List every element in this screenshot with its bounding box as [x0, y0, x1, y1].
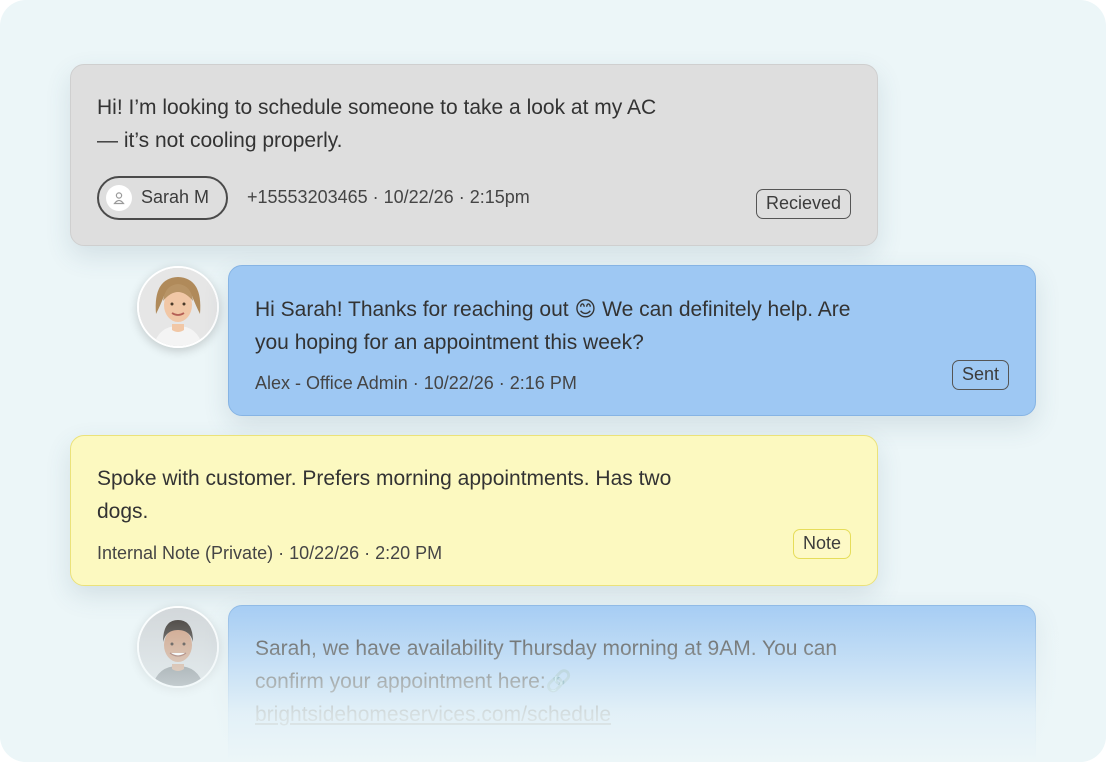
- message-meta: +15553203465 · 10/22/26 · 2:15pm: [247, 187, 530, 207]
- sent-message-card: Hi Sarah! Thanks for reaching out 😊 We c…: [228, 265, 1036, 416]
- user-icon: [106, 185, 132, 211]
- message-text: Hi! I’m looking to schedule someone to t…: [97, 91, 837, 157]
- note-badge: Note: [792, 529, 851, 559]
- contact-chip[interactable]: Sarah M: [97, 176, 228, 220]
- message-line: Sarah, we have availability Thursday mor…: [255, 637, 838, 660]
- message-line: dogs.: [97, 500, 149, 523]
- sent-message-card: Sarah, we have availability Thursday mor…: [228, 605, 1036, 762]
- message-line: Hi! I’m looking to schedule someone to t…: [97, 96, 657, 119]
- message-text: Spoke with customer. Prefers morning app…: [97, 462, 837, 528]
- received-message-card: Hi! I’m looking to schedule someone to t…: [70, 64, 878, 246]
- message-meta: Alex - Office Admin · 10/22/26 · 2:16 PM: [255, 373, 577, 393]
- man-avatar: [137, 606, 219, 688]
- message-line: Spoke with customer. Prefers morning app…: [97, 467, 672, 490]
- status-badge: Recieved: [755, 189, 851, 219]
- message-text: Sarah, we have availability Thursday mor…: [255, 632, 1015, 731]
- internal-note-card: Spoke with customer. Prefers morning app…: [70, 435, 878, 586]
- message-line: — it’s not cooling properly.: [97, 129, 343, 152]
- note-meta: Internal Note (Private) · 10/22/26 · 2:2…: [97, 543, 443, 563]
- message-text: Hi Sarah! Thanks for reaching out 😊 We c…: [255, 293, 1015, 359]
- message-line: Hi Sarah! Thanks for reaching out 😊 We c…: [255, 298, 851, 321]
- schedule-link[interactable]: brightsidehomeservices.com/schedule: [255, 698, 1015, 731]
- contact-name: Sarah M: [141, 187, 210, 207]
- status-badge: Sent: [951, 360, 1009, 390]
- woman-avatar: [137, 266, 219, 348]
- conversation-canvas: Hi! I’m looking to schedule someone to t…: [0, 0, 1106, 762]
- message-line: confirm your appointment here:🔗: [255, 670, 572, 693]
- message-line: you hoping for an appointment this week?: [255, 331, 644, 354]
